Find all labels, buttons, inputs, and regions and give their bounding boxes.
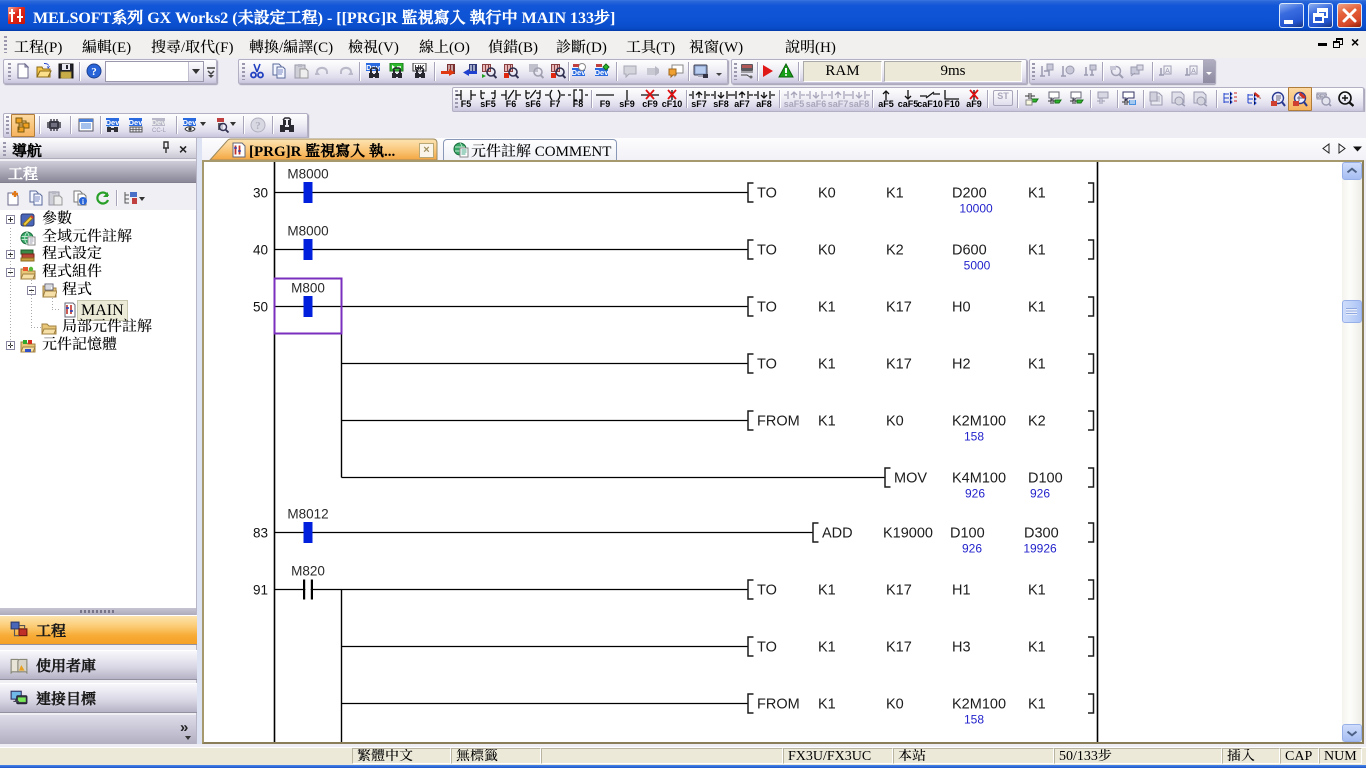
svg-text:A: A: [1165, 68, 1170, 75]
svg-text:50: 50: [253, 300, 268, 315]
svg-text:K0: K0: [886, 697, 904, 713]
svg-text:ADD: ADD: [822, 526, 853, 542]
svg-text:?: ?: [91, 66, 97, 78]
svg-text:K1: K1: [818, 640, 836, 656]
svg-text:K1: K1: [818, 357, 836, 373]
svg-text:K1: K1: [1028, 243, 1046, 259]
svg-text:K2M100: K2M100: [952, 697, 1006, 713]
svg-text:K17: K17: [886, 300, 912, 316]
svg-text:K0: K0: [886, 414, 904, 430]
svg-text:K2M100: K2M100: [952, 414, 1006, 430]
svg-text:K1: K1: [818, 697, 836, 713]
svg-text:FROM: FROM: [757, 697, 800, 713]
svg-text:K1: K1: [886, 186, 904, 202]
svg-text:K2: K2: [1028, 414, 1046, 430]
svg-text:CC-L: CC-L: [152, 128, 167, 133]
svg-text:K0: K0: [818, 243, 836, 259]
svg-text:158: 158: [964, 713, 984, 727]
svg-text:K1: K1: [818, 414, 836, 430]
svg-text:K17: K17: [886, 583, 912, 599]
svg-text:H0: H0: [952, 300, 971, 316]
svg-text:H1: H1: [952, 583, 971, 599]
svg-text:K1: K1: [1028, 640, 1046, 656]
svg-text:K4M100: K4M100: [952, 471, 1006, 487]
svg-text:K1: K1: [1028, 300, 1046, 316]
svg-text:D200: D200: [952, 186, 987, 202]
svg-text:TO: TO: [757, 357, 777, 373]
svg-text:H2: H2: [952, 357, 971, 373]
svg-text:K1: K1: [818, 583, 836, 599]
svg-text:Dev: Dev: [183, 118, 197, 127]
svg-text:K0: K0: [818, 186, 836, 202]
svg-text:K1: K1: [1028, 186, 1046, 202]
svg-text:D600: D600: [952, 243, 987, 259]
svg-text:M800: M800: [291, 281, 325, 296]
svg-text:H3: H3: [952, 640, 971, 656]
svg-text:D100: D100: [950, 526, 985, 542]
svg-text:TO: TO: [757, 300, 777, 316]
svg-text:K2: K2: [886, 243, 904, 259]
svg-text:TO: TO: [757, 583, 777, 599]
svg-text:Dev: Dev: [106, 118, 120, 127]
svg-text:K1: K1: [1028, 357, 1046, 373]
svg-text:Dev: Dev: [152, 118, 166, 127]
svg-text:TO: TO: [757, 186, 777, 202]
svg-text:10000: 10000: [959, 202, 993, 216]
svg-text:D300: D300: [1024, 526, 1059, 542]
svg-text:TO: TO: [757, 243, 777, 259]
svg-text:K17: K17: [886, 357, 912, 373]
svg-text:M8000: M8000: [287, 167, 328, 182]
svg-text:K19000: K19000: [883, 526, 933, 542]
svg-text:40: 40: [253, 243, 268, 258]
svg-text:K1: K1: [818, 300, 836, 316]
svg-text:19926: 19926: [1023, 542, 1057, 556]
svg-text:?: ?: [255, 120, 261, 132]
svg-text:MOV: MOV: [894, 471, 927, 487]
svg-text:M8012: M8012: [287, 507, 328, 522]
svg-text:926: 926: [1030, 487, 1050, 501]
svg-text:K1: K1: [1028, 583, 1046, 599]
svg-text:TO: TO: [757, 640, 777, 656]
svg-text:i: i: [82, 198, 84, 206]
svg-text:Dev: Dev: [129, 118, 143, 127]
svg-text:926: 926: [965, 487, 985, 501]
svg-text:83: 83: [253, 526, 268, 541]
svg-text:K1: K1: [1028, 697, 1046, 713]
svg-text:158: 158: [964, 430, 984, 444]
svg-text:91: 91: [253, 583, 268, 598]
svg-text:30: 30: [253, 186, 268, 201]
svg-text:M820: M820: [291, 564, 325, 579]
svg-text:D100: D100: [1028, 471, 1063, 487]
svg-text:926: 926: [962, 542, 982, 556]
svg-text:K17: K17: [886, 640, 912, 656]
svg-text:A: A: [1191, 68, 1196, 75]
svg-text:FROM: FROM: [757, 414, 800, 430]
svg-text:5000: 5000: [964, 259, 991, 273]
svg-text:M8000: M8000: [287, 224, 328, 239]
